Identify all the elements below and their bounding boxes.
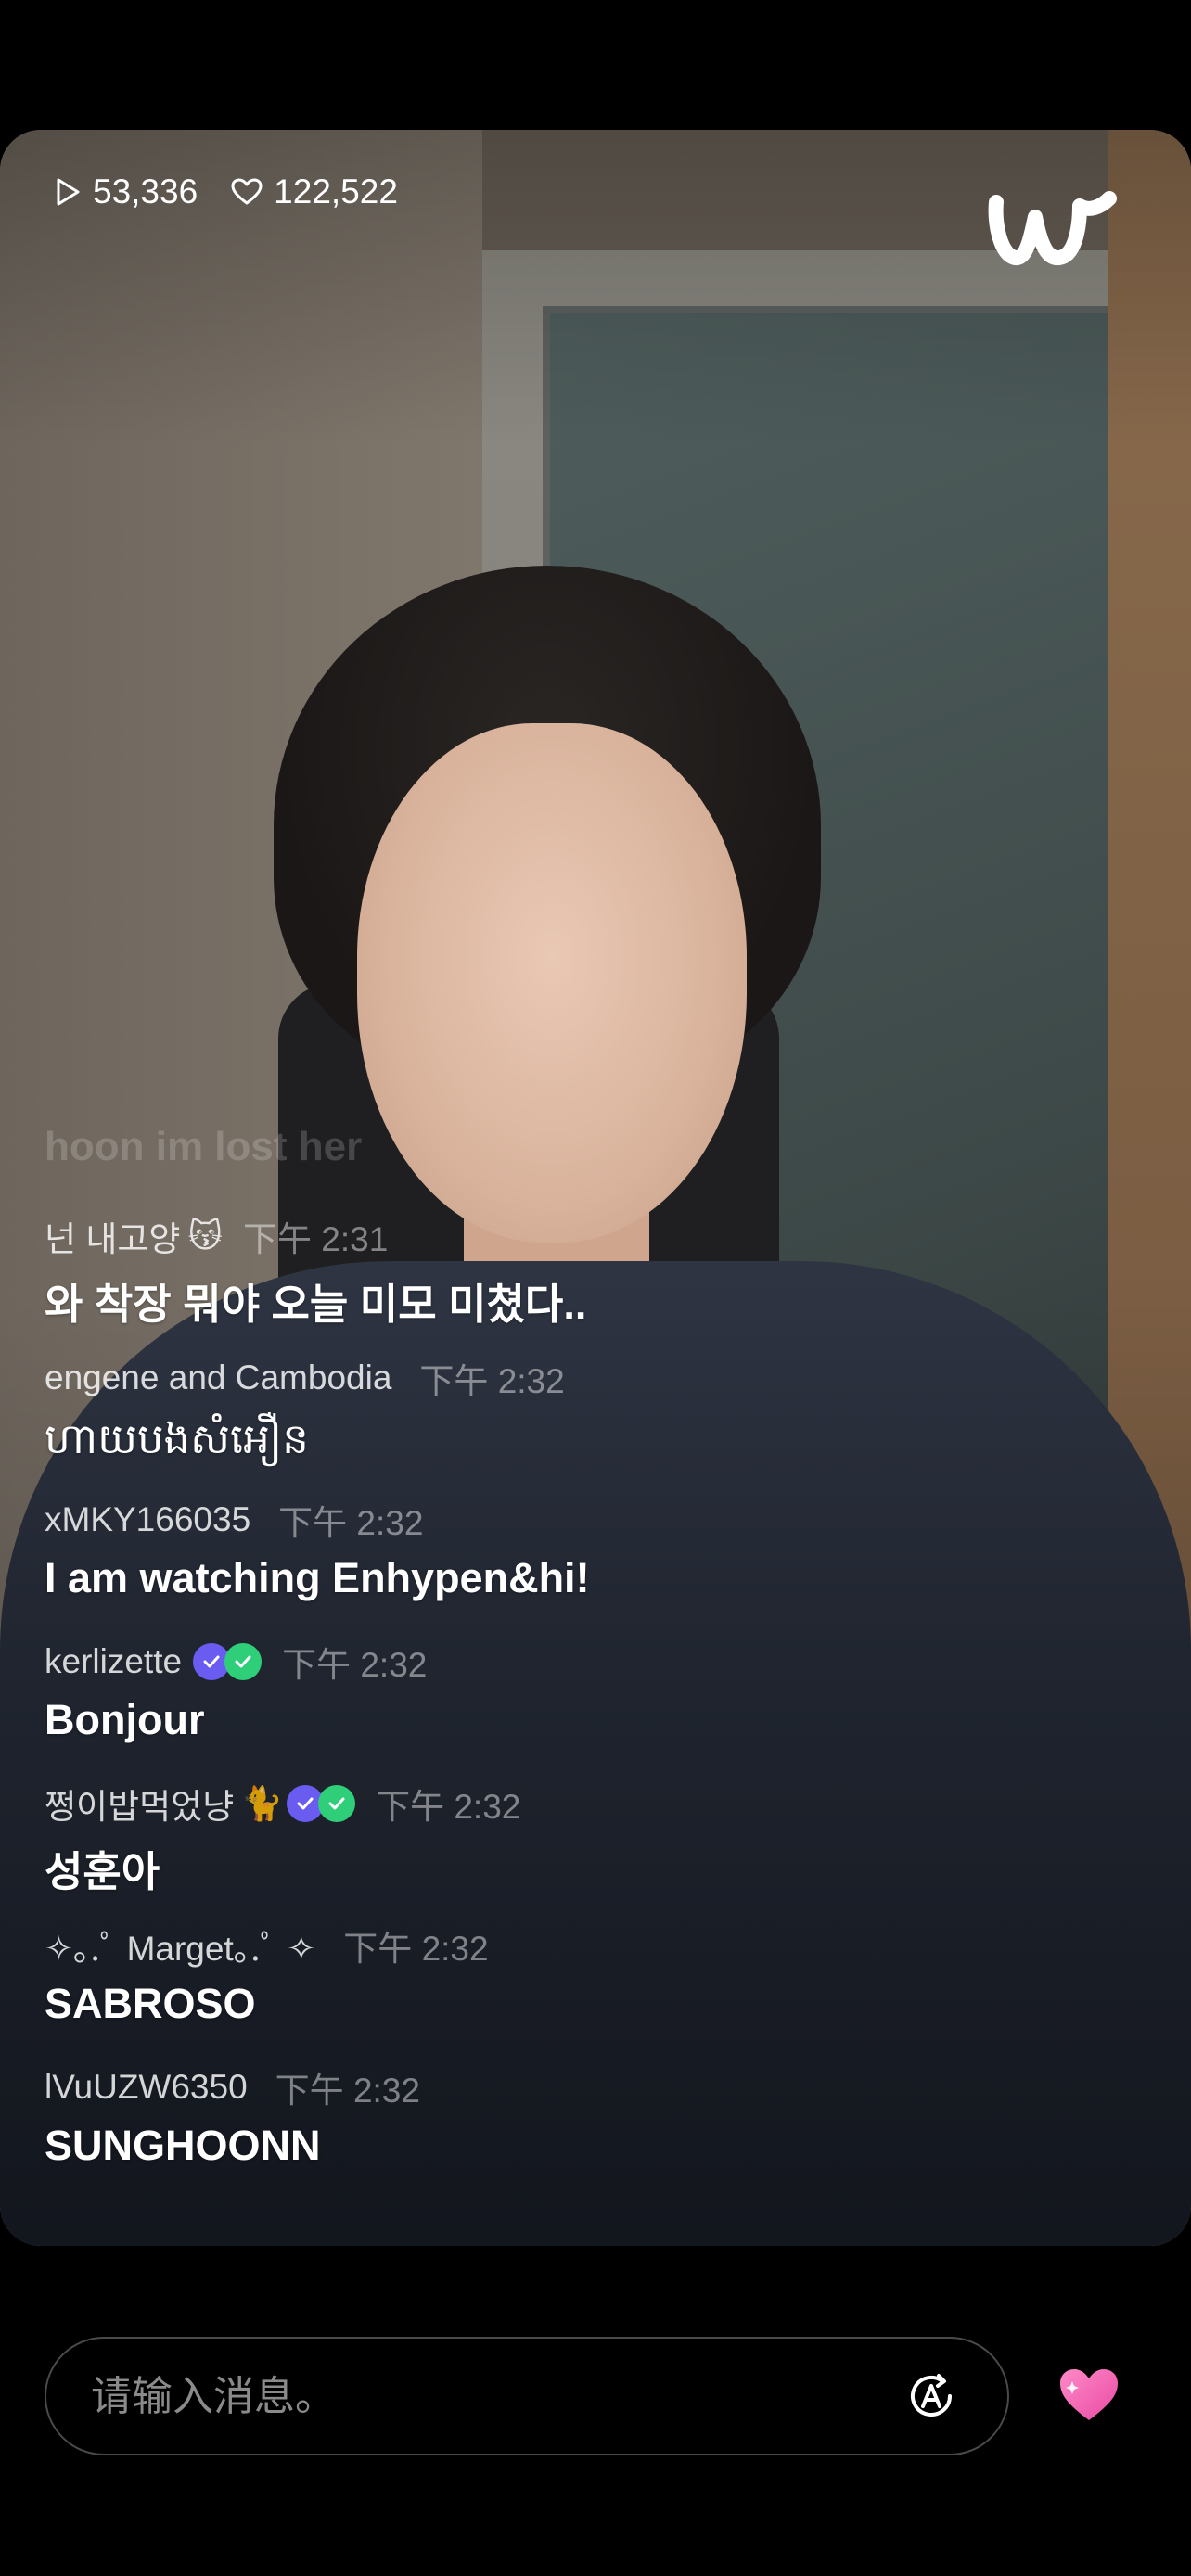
like-count-value: 122,522 bbox=[274, 172, 398, 210]
play-icon bbox=[54, 177, 82, 207]
chat-timestamp: 下午 2:32 bbox=[275, 2072, 420, 2110]
chat-message[interactable]: kerlizette 下午 2:32 Bonjour bbox=[45, 1637, 427, 1744]
username-emoji: 🐈 bbox=[241, 1784, 284, 1822]
chat-timestamp: 下午 2:32 bbox=[282, 1646, 428, 1684]
weverse-logo bbox=[983, 185, 1122, 274]
chat-message[interactable]: engene and Cambodia 下午 2:32 ហាយបងសំអឿន bbox=[45, 1353, 565, 1473]
message-input-bar[interactable] bbox=[45, 2337, 1009, 2455]
chat-message[interactable]: 넌 내고양 😽 下午 2:31 와 착장 뭐야 오늘 미모 미쳤다.. bbox=[45, 1211, 586, 1331]
chat-timestamp: 下午 2:32 bbox=[343, 1930, 489, 1968]
chat-username[interactable]: 쩡이밥먹었냥 bbox=[45, 1779, 234, 1829]
chat-username[interactable]: 넌 내고양 bbox=[45, 1211, 180, 1261]
chat-message-text: Bonjour bbox=[45, 1696, 205, 1743]
chat-message-text: SABROSO bbox=[45, 1980, 256, 2027]
chat-message-meta: lVuUZW6350 下午 2:32 bbox=[45, 2062, 420, 2112]
heart-outline-icon bbox=[231, 178, 263, 206]
play-count-value: 53,336 bbox=[93, 172, 198, 210]
chat-message-text: SUNGHOONN bbox=[45, 2122, 321, 2169]
chat-username[interactable]: lVuUZW6350 bbox=[45, 2068, 248, 2107]
chat-timestamp: 下午 2:32 bbox=[278, 1504, 424, 1542]
like-count: 122,522 bbox=[231, 172, 398, 211]
chat-message-text: ហាយបងសំអឿន bbox=[45, 1415, 309, 1462]
chat-timestamp: 下午 2:32 bbox=[419, 1362, 565, 1400]
chat-username[interactable]: ✧｡.ﾟ Marget｡.ﾟ ✧ bbox=[45, 1920, 315, 1970]
heart-icon[interactable] bbox=[1057, 2366, 1121, 2424]
username-emoji: 😽 bbox=[187, 1217, 223, 1255]
chat-message-meta: 넌 내고양 😽 下午 2:31 bbox=[45, 1211, 586, 1261]
chat-username[interactable]: xMKY166035 bbox=[45, 1500, 250, 1539]
chat-timestamp: 下午 2:31 bbox=[242, 1220, 389, 1258]
chat-message-meta: engene and Cambodia 下午 2:32 bbox=[45, 1353, 565, 1403]
chat-timestamp: 下午 2:32 bbox=[376, 1788, 521, 1826]
chat-message-meta: kerlizette 下午 2:32 bbox=[45, 1637, 427, 1687]
chat-username[interactable]: kerlizette bbox=[45, 1642, 182, 1681]
live-stats: 53,336 122,522 bbox=[54, 172, 418, 211]
chat-message-text: I am watching Enhypen&hi! bbox=[45, 1554, 590, 1601]
chat-message-meta: xMKY166035 下午 2:32 bbox=[45, 1495, 590, 1545]
chat-message[interactable]: xMKY166035 下午 2:32 I am watching Enhypen&h… bbox=[45, 1495, 590, 1602]
message-input[interactable] bbox=[89, 2339, 890, 2455]
verified-badge-icon bbox=[224, 1643, 263, 1680]
chat-message[interactable]: 쩡이밥먹었냥 🐈 下午 2:32 성훈아 bbox=[45, 1779, 520, 1898]
chat-message[interactable]: lVuUZW6350 下午 2:32 SUNGHOONN bbox=[45, 2062, 420, 2170]
chat-message-text: 와 착장 뭐야 오늘 미모 미쳤다.. bbox=[45, 1281, 587, 1328]
play-count: 53,336 bbox=[54, 172, 198, 211]
chat-message-meta: 쩡이밥먹었냥 🐈 下午 2:32 bbox=[45, 1779, 520, 1829]
translate-icon[interactable] bbox=[905, 2370, 957, 2422]
verified-badge-icon bbox=[318, 1785, 356, 1822]
chat-message-meta: ✧｡.ﾟ Marget｡.ﾟ ✧ 下午 2:32 bbox=[45, 1920, 489, 1970]
faded-chat-message: hoon im lost her bbox=[45, 1124, 363, 1169]
chat-username[interactable]: engene and Cambodia bbox=[45, 1358, 391, 1397]
chat-message-text: 성훈아 bbox=[45, 1848, 160, 1895]
chat-message[interactable]: ✧｡.ﾟ Marget｡.ﾟ ✧ 下午 2:32 SABROSO bbox=[45, 1920, 489, 2028]
